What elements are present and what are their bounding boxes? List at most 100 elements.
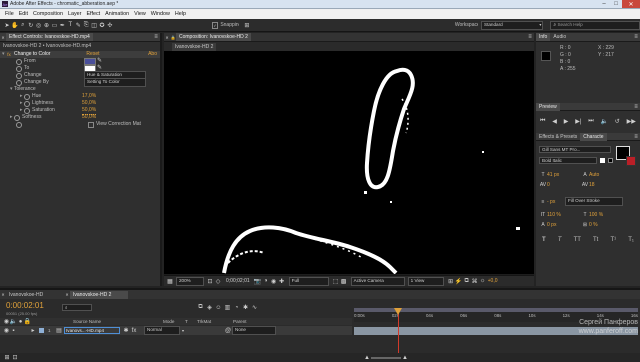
- menu-item[interactable]: Layer: [68, 11, 82, 17]
- from-color-swatch[interactable]: [84, 58, 96, 65]
- menu-item[interactable]: File: [5, 11, 14, 17]
- tab-audio[interactable]: Audio: [550, 33, 569, 41]
- faux-italic-button[interactable]: T: [558, 237, 562, 243]
- panel-menu-icon[interactable]: ≡: [632, 134, 640, 140]
- transparency-grid-icon[interactable]: ▩: [340, 278, 348, 285]
- layer-color-label[interactable]: [39, 328, 44, 333]
- rectangle-tool-icon[interactable]: ▭: [51, 22, 59, 29]
- brush-tool-icon[interactable]: ✎: [74, 22, 82, 29]
- horizontal-scale-value[interactable]: 100 %: [589, 212, 603, 218]
- zoom-select[interactable]: 200%: [176, 276, 204, 286]
- leading-value[interactable]: Auto: [589, 172, 599, 178]
- ram-preview-icon[interactable]: ▶▶: [627, 118, 636, 125]
- zoom-slider[interactable]: [371, 356, 401, 359]
- camera-select[interactable]: Active Camera: [350, 276, 405, 286]
- eyedropper-icon[interactable]: ✎: [96, 58, 103, 65]
- show-snapshot-icon[interactable]: ◑: [262, 278, 270, 284]
- menu-item[interactable]: Edit: [19, 11, 28, 17]
- mode-select[interactable]: Normal: [144, 326, 180, 335]
- tab-composition[interactable]: Composition: Ivanovskoe-HD 2: [176, 33, 251, 41]
- stopwatch-icon[interactable]: [24, 93, 30, 100]
- tab-effect-controls[interactable]: Effect Controls: Ivanovskoe-HD.mp4: [6, 33, 93, 41]
- snap-options-icon[interactable]: ⊞: [243, 22, 251, 29]
- safe-zones-icon[interactable]: ⊡: [206, 278, 214, 285]
- font-style-select[interactable]: Bold Italic: [539, 157, 597, 164]
- prev-frame-icon[interactable]: ◀: [552, 118, 557, 125]
- color-management-icon[interactable]: ✚: [278, 278, 286, 285]
- tab-character[interactable]: Characte: [580, 132, 607, 141]
- channel-icon[interactable]: ◉: [270, 278, 278, 285]
- stopwatch-icon[interactable]: [14, 114, 20, 121]
- all-caps-button[interactable]: TT: [574, 237, 581, 243]
- tab-preview[interactable]: Preview: [536, 102, 560, 111]
- views-select[interactable]: 1 View: [407, 276, 444, 286]
- next-frame-icon[interactable]: ▶|: [575, 118, 581, 125]
- panel-menu-icon[interactable]: ≡: [526, 34, 534, 40]
- flowchart-icon[interactable]: ⌘: [471, 278, 479, 285]
- pan-behind-tool-icon[interactable]: ⊕: [43, 22, 51, 29]
- tab-timeline-1[interactable]: Ivanovskoe-HD: [6, 291, 64, 299]
- stroke-type-select[interactable]: Fill Over Stroke: [565, 197, 623, 206]
- tab-effects-presets[interactable]: Effects & Presets: [536, 133, 580, 141]
- hue-value[interactable]: 17,0%: [82, 93, 96, 100]
- close-icon[interactable]: ✕: [622, 0, 640, 8]
- hand-tool-icon[interactable]: ✋: [11, 22, 19, 29]
- region-of-interest-icon[interactable]: ⬚: [332, 278, 340, 285]
- subscript-button[interactable]: T₁: [628, 237, 634, 243]
- draft-3d-icon[interactable]: ◈: [205, 304, 214, 311]
- softness-value[interactable]: 50,0%: [82, 114, 96, 121]
- mask-visibility-icon[interactable]: ◇: [214, 278, 222, 285]
- audio-icon[interactable]: 🔈: [600, 118, 607, 125]
- roto-tool-icon[interactable]: ✪: [98, 22, 106, 29]
- selection-tool-icon[interactable]: ➤: [3, 22, 11, 29]
- menu-item[interactable]: Window: [151, 11, 170, 17]
- panel-menu-icon[interactable]: ≡: [152, 34, 160, 40]
- maximize-icon[interactable]: □: [610, 0, 622, 8]
- stopwatch-icon[interactable]: [16, 72, 22, 79]
- playhead-handle[interactable]: [394, 308, 402, 315]
- audio-toggle-icon[interactable]: ▪: [10, 328, 17, 334]
- tsume-value[interactable]: 0 %: [589, 222, 598, 228]
- puppet-tool-icon[interactable]: ✣: [106, 22, 114, 29]
- stopwatch-icon[interactable]: [24, 107, 30, 114]
- switch-shy-icon[interactable]: ✱: [122, 327, 130, 334]
- tab-timeline-2[interactable]: Ivanovskoe-HD 2: [70, 290, 128, 299]
- panel-menu-icon[interactable]: ≡: [632, 34, 640, 40]
- timecode-display[interactable]: 0:00:02:01: [6, 301, 44, 310]
- workspace-select[interactable]: Standard ▾: [481, 20, 544, 30]
- about-link[interactable]: Abo: [148, 51, 157, 58]
- parent-select[interactable]: None: [232, 326, 276, 335]
- stopwatch-icon[interactable]: [24, 100, 30, 107]
- visibility-eye-icon[interactable]: ◉: [3, 327, 10, 334]
- last-frame-icon[interactable]: ⏭: [588, 118, 593, 125]
- stopwatch-icon[interactable]: [16, 65, 22, 72]
- graph-editor-icon[interactable]: ∿: [250, 304, 259, 311]
- loop-icon[interactable]: ↺: [615, 118, 620, 125]
- current-time-display[interactable]: 0;00;02;01: [226, 278, 250, 284]
- menu-item[interactable]: Animation: [105, 11, 129, 17]
- grid-toggle-icon[interactable]: ▦: [166, 278, 174, 285]
- pickwhip-icon[interactable]: @: [224, 328, 232, 334]
- panel-menu-icon[interactable]: ≡: [632, 104, 640, 110]
- menu-item[interactable]: Effect: [86, 11, 100, 17]
- eraser-tool-icon[interactable]: ◫: [90, 22, 98, 29]
- timeline-icon[interactable]: ⧉: [463, 278, 471, 285]
- switch-fx-icon[interactable]: fx: [130, 328, 138, 334]
- stopwatch-icon[interactable]: [16, 121, 22, 128]
- stroke-color-swatch[interactable]: [626, 156, 636, 166]
- layer-name[interactable]: Ivanovs...-HD.mp4: [64, 327, 120, 334]
- vertical-scale-value[interactable]: 110 %: [547, 212, 581, 218]
- menu-item[interactable]: View: [134, 11, 146, 17]
- checkbox-icon[interactable]: [88, 121, 94, 128]
- brainstorm-icon[interactable]: ✱: [241, 304, 250, 311]
- menu-item[interactable]: Help: [175, 11, 186, 17]
- reset-link[interactable]: Reset: [86, 51, 99, 58]
- font-size-value[interactable]: 41 px: [547, 172, 581, 178]
- camera-tool-icon[interactable]: ◎: [35, 22, 43, 29]
- fx-icon[interactable]: fx: [6, 51, 12, 58]
- kerning-value[interactable]: 0: [547, 182, 581, 188]
- pen-tool-icon[interactable]: ✒: [58, 22, 66, 29]
- tracking-value[interactable]: 18: [589, 182, 595, 188]
- stopwatch-icon[interactable]: [16, 58, 22, 65]
- snapshot-icon[interactable]: 📷: [254, 278, 262, 285]
